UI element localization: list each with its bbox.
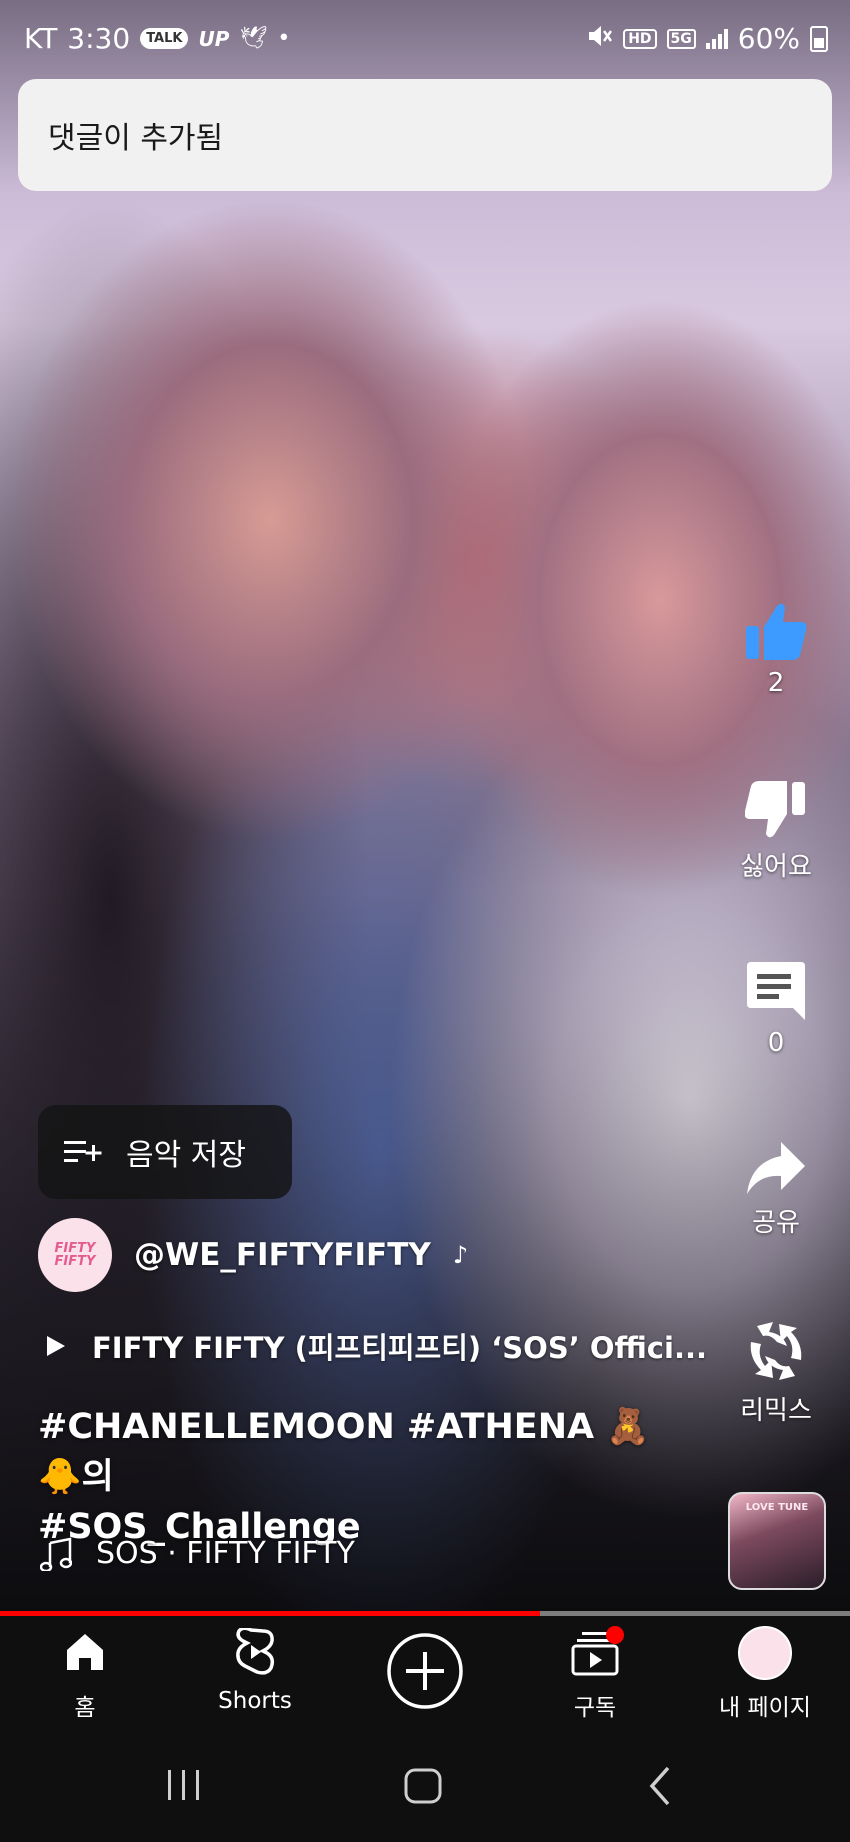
- channel-avatar[interactable]: FIFTY FIFTY: [38, 1218, 112, 1292]
- share-button[interactable]: 공유: [716, 1140, 836, 1239]
- bird-icon: 🕊: [239, 26, 268, 51]
- nav-my-page-label: 내 페이지: [719, 1695, 811, 1721]
- like-count: 2: [767, 668, 785, 698]
- nav-home[interactable]: 홈: [0, 1616, 170, 1728]
- home-icon: [67, 1634, 103, 1670]
- music-note-icon: ♪: [452, 1241, 469, 1269]
- sound-thumbnail-text: LOVE TUNE: [745, 1502, 809, 1513]
- nav-shorts-label: Shorts: [218, 1688, 292, 1714]
- network-5g-icon: 5G: [666, 28, 696, 49]
- sound-link[interactable]: SOS · FIFTY FIFTY: [40, 1536, 355, 1571]
- profile-avatar: [738, 1626, 792, 1680]
- comment-count: 0: [767, 1028, 785, 1058]
- status-left: KT 3:30 TALK UP 🕊 •: [24, 22, 290, 55]
- share-label: 공유: [752, 1208, 800, 1238]
- linked-video-title: FIFTY FIFTY (피프티피프티) ‘SOS’ Offici...: [92, 1331, 707, 1365]
- status-right: HD 5G 60%: [587, 22, 828, 55]
- thumbs-up-icon: [746, 603, 807, 660]
- up-icon: UP: [198, 26, 230, 51]
- sound-label: SOS · FIFTY FIFTY: [96, 1536, 355, 1571]
- back-icon[interactable]: [648, 1766, 672, 1806]
- nav-my-page[interactable]: 내 페이지: [680, 1616, 850, 1728]
- mute-icon: [587, 22, 613, 55]
- video-caption[interactable]: #CHANELLEMOON #ATHENA 🧸🐥의 #SOS_Challenge: [38, 1402, 688, 1552]
- toast-message: 댓글이 추가됨: [48, 121, 224, 156]
- channel-row: FIFTY FIFTY @WE_FIFTYFIFTY ♪: [38, 1218, 468, 1292]
- thumbs-down-icon: [745, 781, 805, 838]
- create-plus-icon: [387, 1633, 463, 1709]
- dot-icon: •: [277, 26, 291, 51]
- comment-icon: [747, 962, 805, 1020]
- nav-create[interactable]: [340, 1616, 510, 1728]
- comment-added-toast: 댓글이 추가됨: [18, 79, 832, 191]
- system-navigation-bar: [0, 1728, 850, 1842]
- comments-button[interactable]: 0: [716, 960, 836, 1058]
- channel-handle[interactable]: @WE_FIFTYFIFTY: [134, 1237, 431, 1273]
- home-system-icon[interactable]: [404, 1768, 442, 1804]
- save-music-label: 음악 저장: [126, 1138, 246, 1173]
- dislike-button[interactable]: 싫어요: [716, 780, 836, 883]
- nav-home-label: 홈: [74, 1695, 96, 1721]
- linked-video-link[interactable]: FIFTY FIFTY (피프티피프티) ‘SOS’ Offici...: [46, 1325, 707, 1367]
- kakaotalk-icon: TALK: [140, 28, 189, 49]
- nav-shorts[interactable]: Shorts: [170, 1616, 340, 1728]
- like-button[interactable]: 2: [716, 600, 836, 698]
- caption-line-1: #CHANELLEMOON #ATHENA 🧸🐥의: [38, 1407, 650, 1497]
- shorts-icon: [236, 1628, 275, 1675]
- nav-subscriptions-label: 구독: [573, 1695, 617, 1721]
- battery-icon: [810, 25, 828, 52]
- remix-icon: [750, 1322, 802, 1380]
- carrier-text: KT: [24, 22, 58, 55]
- battery-text: 60%: [737, 22, 800, 55]
- remix-button[interactable]: 리믹스: [716, 1318, 836, 1427]
- playlist-add-icon: [64, 1141, 102, 1162]
- music-notes-icon: [40, 1536, 72, 1571]
- recent-apps-icon[interactable]: [166, 1768, 202, 1802]
- status-bar: KT 3:30 TALK UP 🕊 • HD 5G 60%: [0, 0, 850, 78]
- remix-label: 리믹스: [740, 1396, 812, 1426]
- save-music-button[interactable]: 음악 저장: [38, 1105, 292, 1199]
- signal-icon: [705, 28, 728, 49]
- play-icon: [47, 1336, 65, 1356]
- bottom-navigation: 홈 Shorts 구독 내 페이지: [0, 1616, 850, 1728]
- notification-dot: [606, 1626, 624, 1644]
- dislike-label: 싫어요: [740, 852, 812, 882]
- hd-voice-icon: HD: [623, 28, 657, 49]
- share-icon: [747, 1142, 805, 1194]
- sound-thumbnail[interactable]: LOVE TUNE: [728, 1492, 826, 1590]
- avatar-text-line2: FIFTY: [54, 1254, 96, 1269]
- nav-subscriptions[interactable]: 구독: [510, 1616, 680, 1728]
- clock-text: 3:30: [67, 22, 131, 55]
